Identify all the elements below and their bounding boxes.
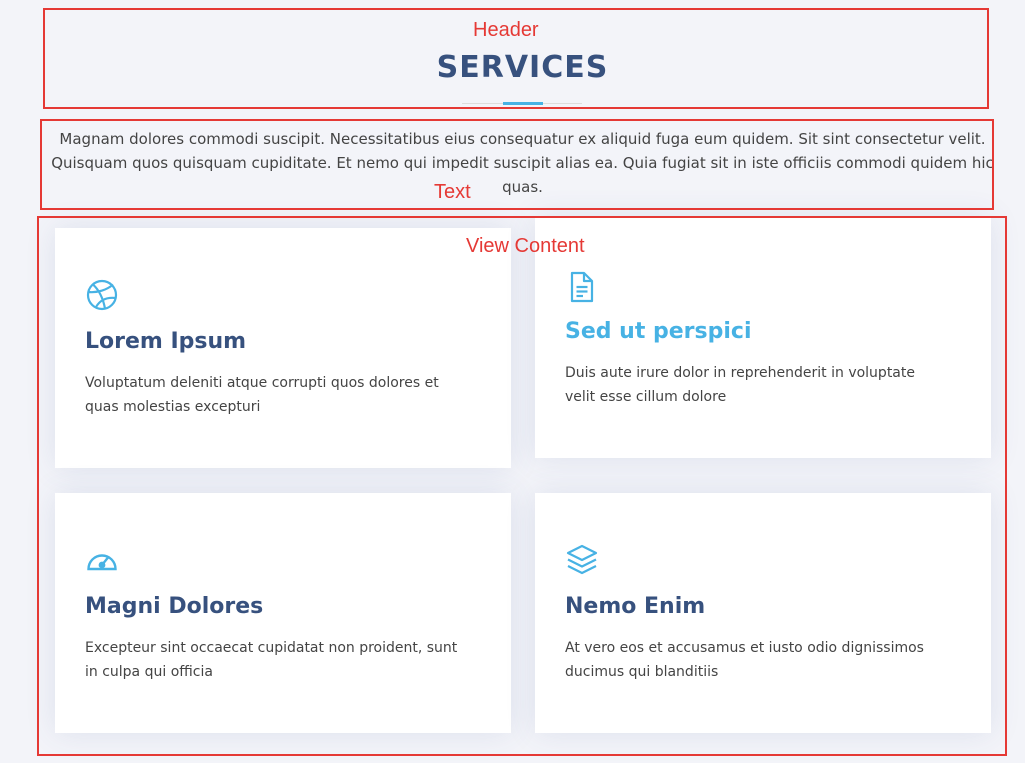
annotation-label-header: Header (473, 19, 539, 41)
annotation-box-text (40, 119, 994, 210)
services-page: SERVICES Magnam dolores commodi suscipit… (0, 0, 1025, 763)
annotation-label-view-content: View Content (466, 235, 585, 257)
annotation-label-text: Text (434, 181, 471, 203)
annotation-box-view-content (37, 216, 1007, 756)
